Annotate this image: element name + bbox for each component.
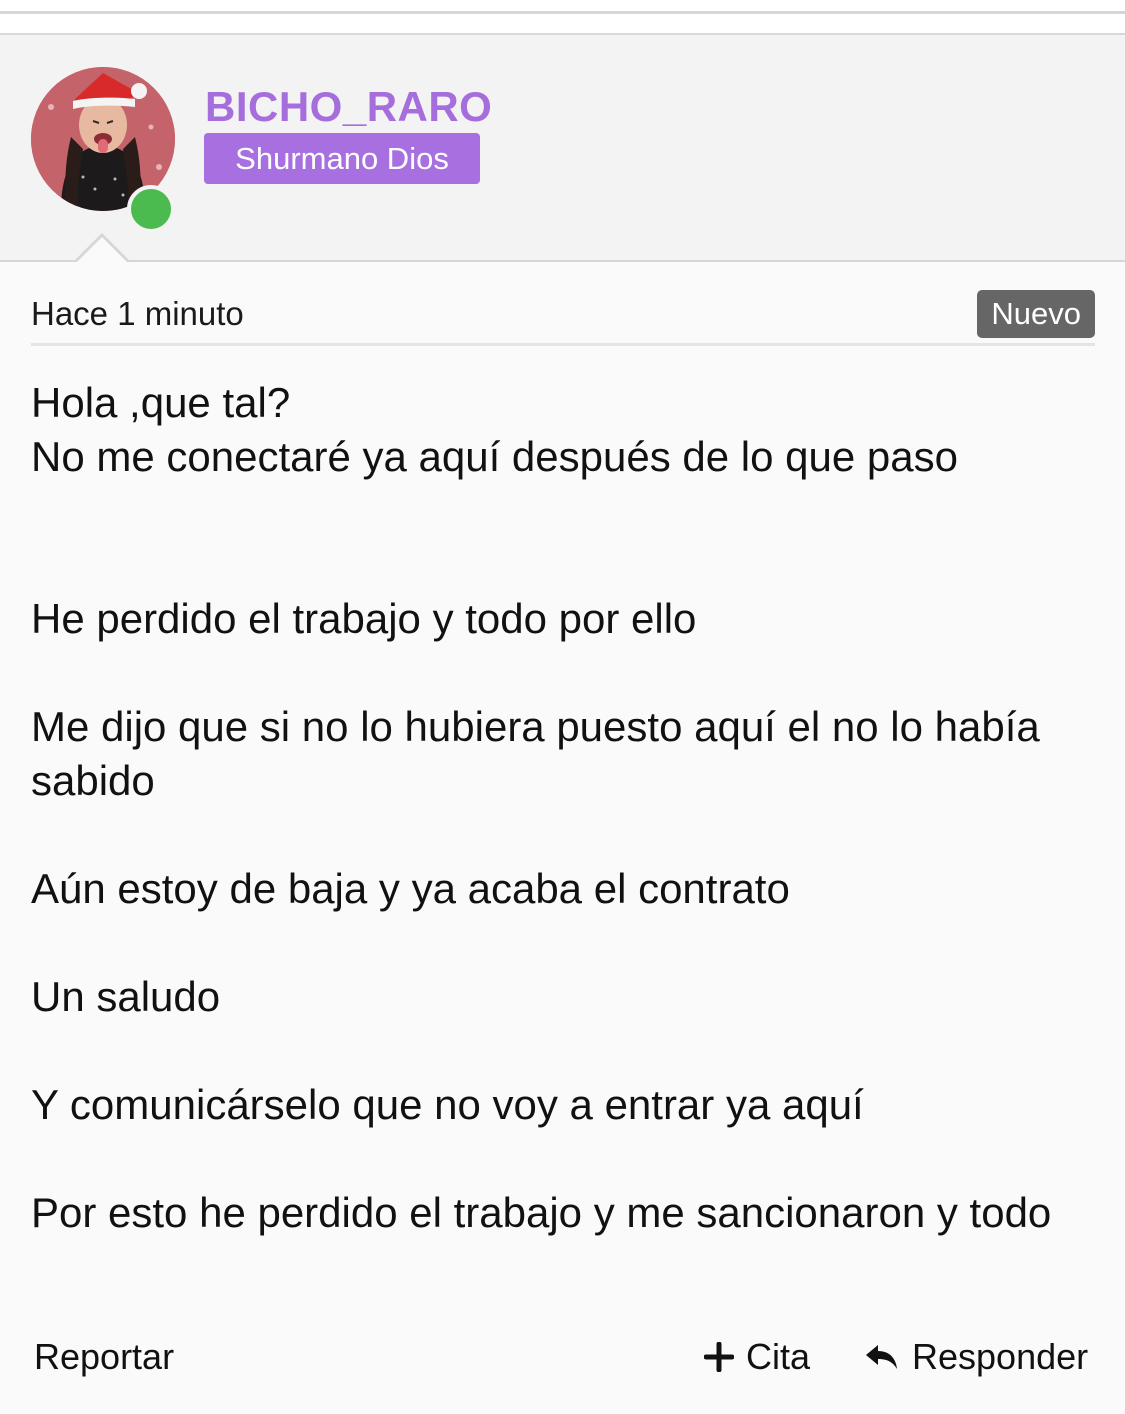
- post-line: Por esto he perdido el trabajo y me sanc…: [31, 1189, 1052, 1236]
- reply-button[interactable]: Responder: [864, 1336, 1088, 1378]
- post-line: Un saludo: [31, 973, 221, 1020]
- post-timestamp: Hace 1 minuto: [31, 295, 244, 332]
- post-line: Y comunicárselo que no voy a entrar ya a…: [31, 1081, 864, 1128]
- post-actions: Reportar Cita Responder: [34, 1332, 1094, 1384]
- plus-icon: [704, 1342, 734, 1372]
- quote-button[interactable]: Cita: [704, 1336, 810, 1378]
- post-line: Aún estoy de baja y ya acaba el contrato: [31, 865, 790, 912]
- post-line: No me conectaré ya aquí después de lo qu…: [31, 433, 958, 480]
- reply-label: Responder: [912, 1336, 1089, 1377]
- online-status-dot: [127, 185, 175, 233]
- post-author-header: BICHO_RARO Shurmano Dios: [0, 33, 1125, 262]
- top-divider: [0, 0, 1125, 34]
- username[interactable]: BICHO_RARO: [205, 83, 492, 131]
- post-line: He perdido el trabajo y todo por ello: [31, 595, 697, 642]
- post-body: Hola ,que tal? No me conectaré ya aquí d…: [31, 376, 1095, 1240]
- reply-arrow-icon: [866, 1345, 897, 1369]
- post-meta: Hace 1 minuto Nuevo: [31, 290, 1095, 346]
- quote-label: Cita: [746, 1336, 811, 1377]
- new-badge: Nuevo: [977, 290, 1095, 338]
- post-line: Me dijo que si no lo hubiera puesto aquí…: [31, 703, 1040, 804]
- report-button[interactable]: Reportar: [34, 1336, 174, 1378]
- post-line: Hola ,que tal?: [31, 379, 291, 426]
- rank-badge: Shurmano Dios: [204, 133, 480, 184]
